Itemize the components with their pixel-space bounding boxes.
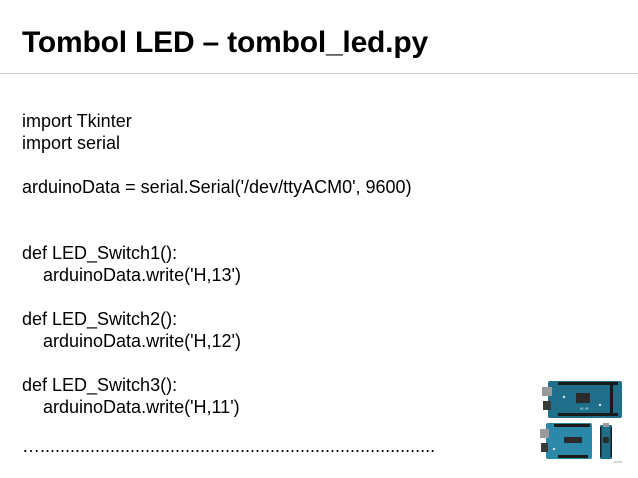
code-line: def LED_Switch3(): <box>22 375 178 395</box>
arduino-uno-board-icon <box>540 423 592 459</box>
code-line: arduinoData.write('H,12') <box>43 331 241 351</box>
arduino-nano-board-icon <box>600 423 622 463</box>
code-block: import Tkinter import serial arduinoData… <box>22 110 412 418</box>
code-line: import serial <box>22 133 121 153</box>
title-divider <box>0 73 638 74</box>
code-line: arduinoData.write('H,13') <box>43 265 241 285</box>
code-line: arduinoData = serial.Serial('/dev/ttyACM… <box>22 177 412 197</box>
arduino-mega-board-icon: ∞ ∞ <box>542 381 622 418</box>
slide-title: Tombol LED – tombol_led.py <box>22 26 428 59</box>
code-line: def LED_Switch1(): <box>22 243 178 263</box>
slide: Tombol LED – tombol_led.py import Tkinte… <box>0 0 638 478</box>
code-line: import Tkinter <box>22 111 132 131</box>
svg-text:∞ ∞: ∞ ∞ <box>580 406 589 412</box>
code-line: def LED_Switch2(): <box>22 309 178 329</box>
arduino-boards-image: ∞ ∞ <box>540 381 622 463</box>
code-line: arduinoData.write('H,11') <box>43 397 240 417</box>
continuation-ellipsis: ….......................................… <box>22 436 436 456</box>
